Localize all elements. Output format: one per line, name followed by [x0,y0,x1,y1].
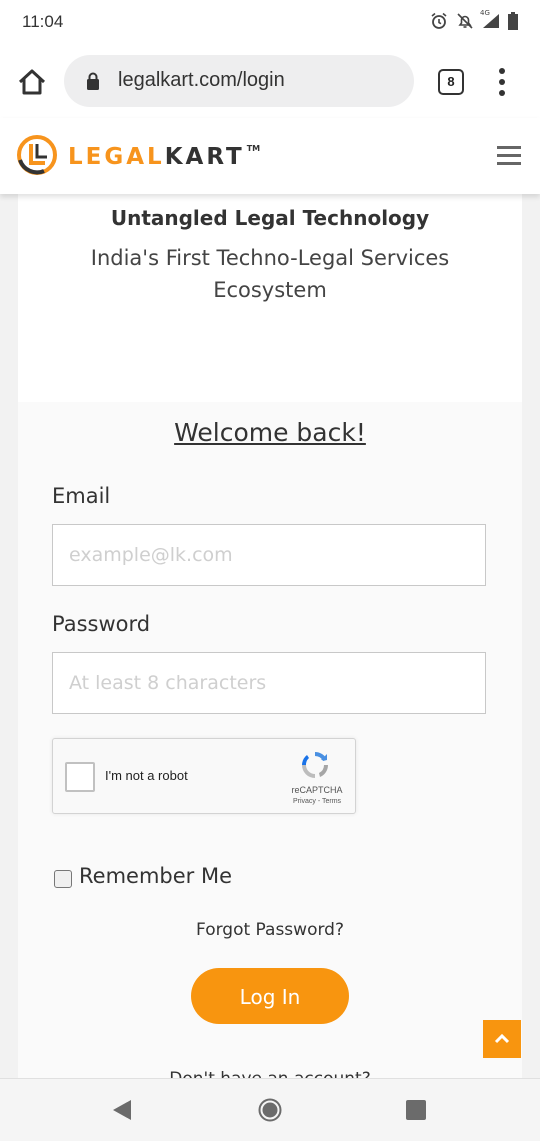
chevron-up-icon [494,1033,510,1044]
browser-menu-button[interactable] [496,68,508,96]
home-icon [18,69,46,95]
login-button[interactable]: Log In [191,968,349,1024]
status-bar: 11:04 4G [0,0,540,44]
notifications-off-icon [456,12,474,34]
remember-me-label[interactable]: Remember Me [79,864,232,888]
login-card: Untangled Legal Technology India's First… [18,194,522,1078]
email-field[interactable] [52,524,486,586]
home-circle-icon[interactable] [258,1098,282,1126]
recaptcha-links[interactable]: Privacy - Terms [281,798,353,805]
hamburger-menu-icon[interactable] [497,146,521,170]
remember-me-checkbox[interactable] [54,870,72,888]
recaptcha-widget: I'm not a robot reCAPTCHA Privacy - Term… [52,738,356,814]
lock-icon [86,72,100,94]
password-field[interactable] [52,652,486,714]
recaptcha-checkbox[interactable] [65,762,95,792]
recent-apps-icon[interactable] [406,1100,426,1120]
browser-toolbar: legalkart.com/login 8 [0,44,540,118]
logo-legal: LEGAL [68,144,165,170]
subtagline: India's First Techno-Legal Services Ecos… [90,246,450,302]
logo-kart: KART [164,144,245,170]
status-icons: 4G [430,9,518,34]
address-bar[interactable]: legalkart.com/login [64,55,414,107]
welcome-heading: Welcome back! [174,418,366,447]
recaptcha-label: I'm not a robot [105,768,188,783]
system-nav-bar [0,1078,540,1141]
network-label: 4G [480,9,490,17]
back-icon[interactable] [112,1099,132,1125]
signal-icon: 4G [480,9,500,33]
signup-hint: Don't have an account? [18,1066,522,1078]
home-button[interactable] [16,66,48,98]
status-time: 11:04 [22,12,64,31]
forgot-password-link[interactable]: Forgot Password? [18,920,522,940]
battery-icon [508,12,518,34]
hero-section: Untangled Legal Technology India's First… [18,194,522,402]
password-label: Password [52,612,151,636]
logo-wordmark[interactable]: LEGALKART TM [68,144,260,170]
email-label: Email [52,484,111,508]
logo-tm: TM [246,144,261,153]
site-header: LEGALKART TM [0,118,540,194]
url-text: legalkart.com/login [118,69,285,91]
tab-switcher-button[interactable]: 8 [438,69,464,95]
recaptcha-brand: reCAPTCHA [291,785,343,795]
scroll-to-top-button[interactable] [483,1020,521,1058]
alarm-icon [430,12,448,34]
recaptcha-logo-icon [299,749,331,785]
tagline: Untangled Legal Technology [110,206,430,230]
legalkart-logo-icon[interactable] [16,134,58,176]
